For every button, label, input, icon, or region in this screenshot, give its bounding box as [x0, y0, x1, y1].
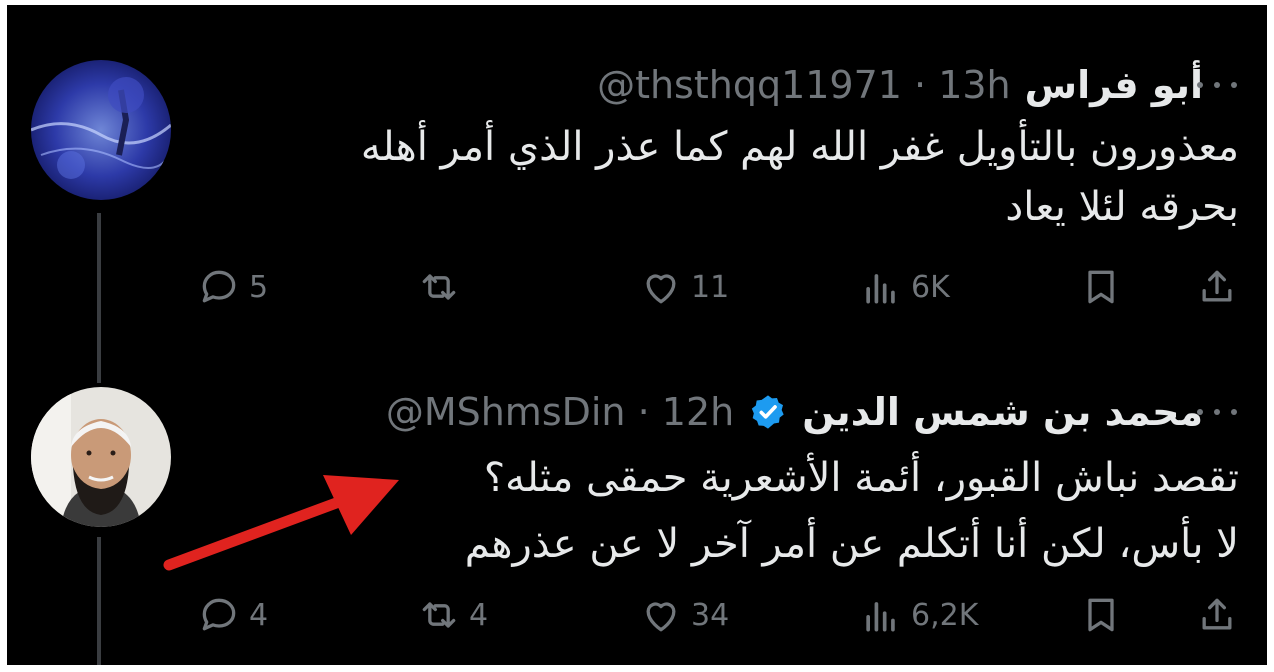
annotation-arrow-icon [163, 475, 399, 571]
screenshot-frame: أبو فراس @thsthqq11971 · 13h معذورون بال… [7, 5, 1267, 665]
